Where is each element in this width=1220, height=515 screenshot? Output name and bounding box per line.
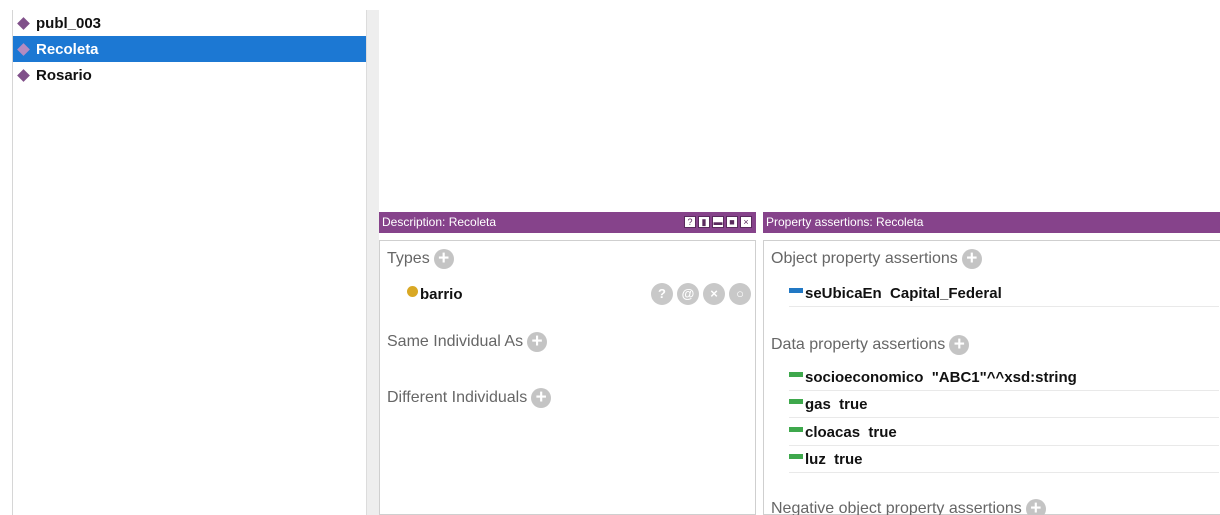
add-same-individual-plus-icon[interactable]: +	[527, 332, 548, 352]
types-label: Types	[387, 250, 430, 267]
data-property-row[interactable]: cloacas true	[789, 420, 1219, 446]
data-property-value: cloacas true	[805, 424, 897, 441]
data-property-icon	[789, 399, 803, 404]
class-circle-icon	[407, 285, 418, 297]
data-property-value: luz true	[805, 451, 863, 468]
object-property-icon	[789, 288, 803, 293]
help-icon[interactable]: ?	[684, 216, 696, 228]
list-item-recoleta[interactable]: Recoleta	[13, 36, 366, 62]
individual-diamond-icon	[17, 16, 30, 30]
vertical-splitter[interactable]	[366, 10, 379, 515]
object-property-value: seUbicaEn Capital_Federal	[805, 285, 1002, 302]
data-property-value: gas true	[805, 396, 868, 413]
same-individual-label: Same Individual As	[387, 333, 524, 350]
help-icon[interactable]: ?	[651, 283, 673, 305]
same-individual-section: Same Individual As +	[387, 332, 548, 352]
negative-object-property-section: Negative object property assertions +	[771, 499, 1046, 515]
type-value: barrio	[420, 285, 463, 303]
split-horizontal-icon[interactable]: ▬	[712, 216, 724, 228]
data-property-row[interactable]: gas true	[789, 392, 1219, 418]
property-panel-header: Property assertions: Recoleta	[763, 212, 1220, 233]
add-data-property-plus-icon[interactable]: +	[949, 335, 970, 355]
add-type-plus-icon[interactable]: +	[433, 249, 454, 269]
different-individuals-label: Different Individuals	[387, 389, 528, 406]
data-property-icon	[789, 427, 803, 432]
individuals-list[interactable]: publ_003 Recoleta Rosario	[12, 10, 366, 515]
object-property-row[interactable]: seUbicaEn Capital_Federal	[789, 281, 1219, 307]
object-property-label: Object property assertions	[771, 250, 958, 267]
add-different-individual-plus-icon[interactable]: +	[531, 388, 552, 408]
description-panel-header: Description: Recoleta ? ▮ ▬ ■ ×	[379, 212, 756, 233]
data-property-icon	[789, 454, 803, 459]
individual-label: Recoleta	[36, 40, 99, 58]
data-property-section: Data property assertions +	[771, 335, 970, 355]
description-panel: Types + barrio ? @ × ○ Same Individual A…	[379, 240, 756, 515]
different-individuals-section: Different Individuals +	[387, 388, 552, 408]
property-assertions-panel: Object property assertions + seUbicaEn C…	[763, 240, 1220, 515]
data-property-icon	[789, 372, 803, 377]
data-property-row[interactable]: socioeconomico "ABC1"^^xsd:string	[789, 365, 1219, 391]
add-object-property-plus-icon[interactable]: +	[961, 249, 982, 269]
list-item-rosario[interactable]: Rosario	[13, 62, 366, 88]
row-buttons: ? @ × ○	[651, 281, 751, 307]
data-property-row[interactable]: luz true	[789, 447, 1219, 473]
description-panel-title: Description: Recoleta	[382, 215, 497, 229]
left-gutter	[0, 0, 12, 515]
add-negative-object-property-plus-icon[interactable]: +	[1025, 499, 1046, 515]
data-property-label: Data property assertions	[771, 336, 946, 353]
individual-label: publ_003	[36, 14, 102, 32]
split-vertical-icon[interactable]: ▮	[698, 216, 710, 228]
individual-diamond-icon	[17, 42, 30, 56]
panel-window-controls: ? ▮ ▬ ■ ×	[684, 216, 752, 228]
individual-label: Rosario	[36, 66, 92, 84]
close-icon[interactable]: ×	[740, 216, 752, 228]
individual-diamond-icon	[17, 68, 30, 82]
maximize-icon[interactable]: ■	[726, 216, 738, 228]
types-section: Types +	[387, 249, 454, 269]
type-row-barrio[interactable]: barrio ? @ × ○	[407, 281, 751, 307]
property-panel-title: Property assertions: Recoleta	[766, 215, 924, 229]
annotate-icon[interactable]: @	[677, 283, 699, 305]
delete-icon[interactable]: ×	[703, 283, 725, 305]
negative-object-property-label: Negative object property assertions	[771, 500, 1022, 515]
list-item-publ_003[interactable]: publ_003	[13, 10, 366, 36]
object-property-section: Object property assertions +	[771, 249, 982, 269]
data-property-value: socioeconomico "ABC1"^^xsd:string	[805, 369, 1077, 386]
edit-icon[interactable]: ○	[729, 283, 751, 305]
